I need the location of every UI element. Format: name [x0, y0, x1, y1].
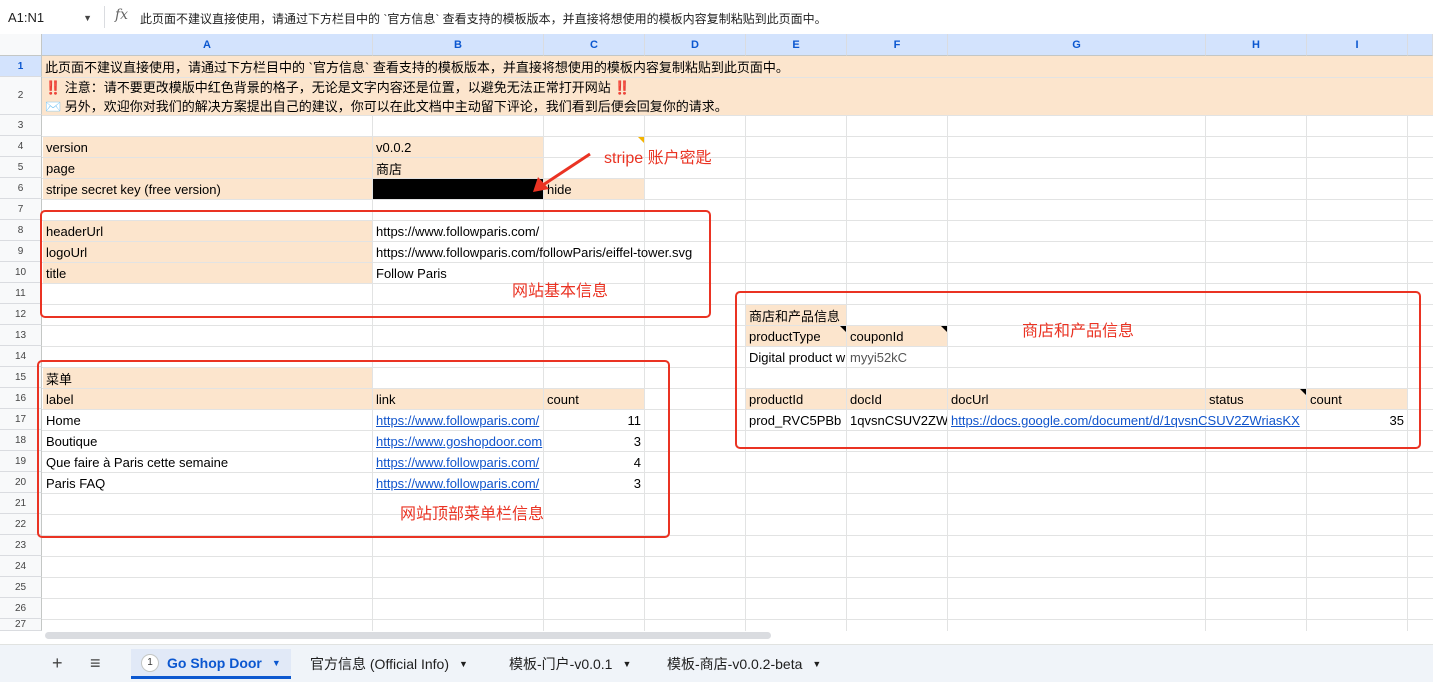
cell-version-label[interactable]: version: [43, 137, 372, 157]
column-header-f[interactable]: F: [847, 34, 948, 56]
gridline: [42, 619, 1433, 620]
row-header-8[interactable]: 8: [0, 220, 42, 241]
shop-info-box: [735, 291, 1421, 449]
row-header-5[interactable]: 5: [0, 157, 42, 178]
row-header-2[interactable]: 2: [0, 77, 42, 115]
row-header-1[interactable]: 1: [0, 56, 42, 77]
cell-a2-line2[interactable]: ✉️ 另外，欢迎你对我们的解决方案提出自己的建议，你可以在此文档中主动留下评论，…: [42, 96, 1402, 115]
formula-input[interactable]: 此页面不建议直接使用，请通过下方栏目中的 `官方信息` 查看支持的模板版本，并直…: [140, 10, 827, 27]
site-basic-annotation: 网站基本信息: [512, 283, 609, 300]
chevron-down-icon[interactable]: ▼: [622, 659, 631, 669]
cell-stripe-secret-redacted[interactable]: [373, 179, 543, 199]
spreadsheet-grid[interactable]: A B C D E F G H I 1 2 3 4 5 6 7 8 9 10 1…: [0, 34, 1433, 631]
column-header-c[interactable]: C: [544, 34, 645, 56]
row-header-19[interactable]: 19: [0, 451, 42, 472]
chevron-down-icon[interactable]: ▼: [459, 659, 468, 669]
tab-template-shop[interactable]: 模板-商店-v0.0.2-beta ▼: [657, 649, 831, 679]
row-header-21[interactable]: 21: [0, 493, 42, 514]
name-box-dropdown-icon[interactable]: ▼: [83, 8, 92, 28]
row-header-11[interactable]: 11: [0, 283, 42, 304]
gridline: [42, 577, 1433, 578]
gridline: [42, 115, 1433, 116]
column-header-h[interactable]: H: [1206, 34, 1307, 56]
horizontal-scrollbar[interactable]: [45, 632, 771, 639]
comment-indicator[interactable]: [638, 137, 644, 143]
tab-label: 模板-门户-v0.0.1: [509, 656, 613, 672]
tab-label: 官方信息 (Official Info): [310, 656, 449, 672]
row-header-13[interactable]: 13: [0, 325, 42, 346]
row-header-4[interactable]: 4: [0, 136, 42, 157]
red-arrow-icon: [533, 152, 591, 192]
tab-number-badge: 1: [141, 653, 159, 672]
cell-page-value[interactable]: 商店: [373, 158, 543, 178]
row-header-7[interactable]: 7: [0, 199, 42, 220]
column-header-b[interactable]: B: [373, 34, 544, 56]
name-box[interactable]: A1:N1 ▼: [8, 8, 96, 28]
row-header-6[interactable]: 6: [0, 178, 42, 199]
cell-version-value[interactable]: v0.0.2: [373, 137, 543, 157]
shop-info-annotation: 商店和产品信息: [1022, 323, 1135, 340]
tab-label: Go Shop Door: [167, 654, 262, 671]
row-header-17[interactable]: 17: [0, 409, 42, 430]
menu-info-annotation: 网站顶部菜单栏信息: [400, 506, 545, 523]
row-header-18[interactable]: 18: [0, 430, 42, 451]
cell-a1[interactable]: 此页面不建议直接使用，请通过下方栏目中的 `官方信息` 查看支持的模板版本，并直…: [42, 56, 1402, 77]
gridline: [42, 199, 1433, 200]
sheet-tab-bar: + ≡ 1 Go Shop Door ▼ 官方信息 (Official Info…: [0, 644, 1433, 682]
row-header-26[interactable]: 26: [0, 598, 42, 619]
cell-a2-line1[interactable]: ‼️ 注意：请不要更改模版中红色背景的格子，无论是文字内容还是位置，以避免无法正…: [42, 77, 1402, 96]
tab-label: 模板-商店-v0.0.2-beta: [667, 656, 803, 672]
row-header-20[interactable]: 20: [0, 472, 42, 493]
row-header-14[interactable]: 14: [0, 346, 42, 367]
row-header-25[interactable]: 25: [0, 577, 42, 598]
cell-page-label[interactable]: page: [43, 158, 372, 178]
chevron-down-icon[interactable]: ▼: [812, 659, 821, 669]
row-header-9[interactable]: 9: [0, 241, 42, 262]
name-box-value: A1:N1: [8, 10, 45, 25]
chevron-down-icon[interactable]: ▼: [272, 658, 281, 668]
all-sheets-menu-icon[interactable]: ≡: [90, 653, 101, 674]
fx-icon: fx: [115, 7, 129, 23]
column-header-j[interactable]: [1408, 34, 1433, 56]
column-header-g[interactable]: G: [948, 34, 1206, 56]
tab-go-shop-door[interactable]: 1 Go Shop Door ▼: [131, 649, 291, 679]
stripe-annotation: stripe 账户密匙: [604, 150, 712, 167]
formula-separator: [104, 6, 105, 28]
site-basic-info-box: [40, 210, 711, 318]
row-header-16[interactable]: 16: [0, 388, 42, 409]
tab-template-portal[interactable]: 模板-门户-v0.0.1 ▼: [499, 649, 641, 679]
gridline: [42, 598, 1433, 599]
menu-info-box: [37, 360, 670, 538]
row-header-23[interactable]: 23: [0, 535, 42, 556]
add-sheet-icon[interactable]: +: [52, 653, 63, 674]
formula-bar: A1:N1 ▼ fx 此页面不建议直接使用，请通过下方栏目中的 `官方信息` 查…: [0, 0, 1433, 35]
row-header-12[interactable]: 12: [0, 304, 42, 325]
row-header-27[interactable]: 27: [0, 619, 42, 631]
tab-official-info[interactable]: 官方信息 (Official Info) ▼: [300, 649, 478, 679]
row-header-15[interactable]: 15: [0, 367, 42, 388]
column-header-d[interactable]: D: [645, 34, 746, 56]
row-header-22[interactable]: 22: [0, 514, 42, 535]
select-all-corner[interactable]: [0, 34, 42, 56]
row-header-3[interactable]: 3: [0, 115, 42, 136]
column-header-a[interactable]: A: [42, 34, 373, 56]
row-header-24[interactable]: 24: [0, 556, 42, 577]
row-header-10[interactable]: 10: [0, 262, 42, 283]
column-header-e[interactable]: E: [746, 34, 847, 56]
cell-stripe-label[interactable]: stripe secret key (free version): [43, 179, 372, 199]
gridline: [42, 556, 1433, 557]
column-header-i[interactable]: I: [1307, 34, 1408, 56]
